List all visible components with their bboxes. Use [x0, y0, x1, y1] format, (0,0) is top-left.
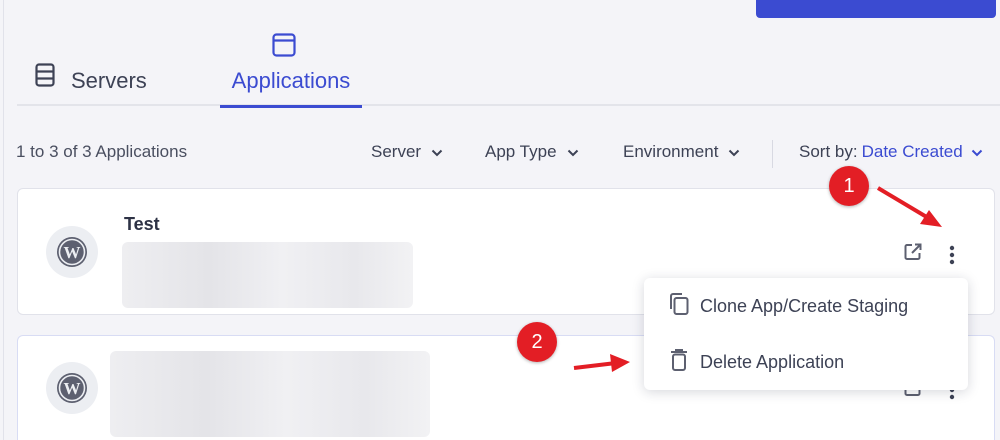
annotation-arrow-2: [573, 361, 617, 370]
annotation-arrowhead-1: [920, 210, 942, 227]
annotation-badge-2: 2: [517, 322, 557, 362]
annotation-arrow-1: [876, 186, 932, 221]
annotation-badge-1: 1: [829, 166, 869, 206]
annotation-arrowhead-2: [610, 354, 630, 372]
annotation-arrows: [573, 186, 942, 372]
